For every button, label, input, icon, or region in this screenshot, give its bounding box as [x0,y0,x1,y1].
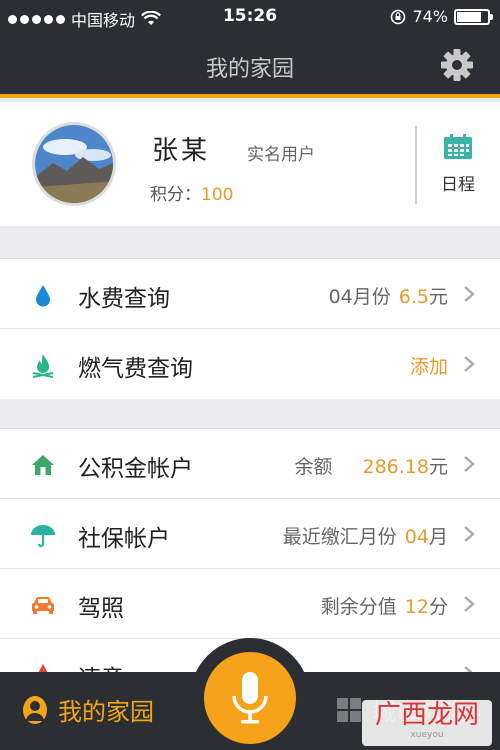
chevron-right-icon [464,356,475,372]
microphone-icon [232,672,268,724]
list-item-detail: 最近缴汇月份 04月 [283,522,448,549]
list-item-title: 燃气费查询 [78,356,193,382]
car-icon [32,597,54,614]
detail-label: 余额 [294,456,333,478]
avatar-landscape-image [35,125,113,203]
gear-icon [441,49,473,81]
list-item-driver-license[interactable]: 驾照 剩余分值 12分 [0,569,500,639]
voice-button[interactable] [204,652,296,744]
add-link[interactable]: 添加 [410,352,448,379]
points: 积分：100 [150,180,233,205]
list-item-water[interactable]: 水费查询 04月份 6.5元 [0,259,500,329]
status-bar: 中国移动 15:26 74% [0,0,500,34]
tab-my-home[interactable]: 我的家园 [22,692,154,727]
chevron-right-icon [464,526,475,542]
watermark-text: 广西龙网 [374,700,479,730]
user-name: 张某 [152,136,211,166]
detail-value: 04 [404,526,429,548]
detail-unit: 分 [428,596,448,618]
detail-unit: 月 [428,526,448,548]
settings-button[interactable] [440,48,474,82]
nav-bar: 我的家园 [0,34,500,98]
list-item-title: 驾照 [78,596,124,622]
detail-unit: 元 [428,456,448,478]
detail-value: 12 [404,596,429,618]
gas-flame-icon [32,354,54,378]
list-item-housing-fund[interactable]: 公积金帐户 余额 286.18元 [0,429,500,499]
divider [415,126,417,204]
detail-unit: 元 [428,286,448,308]
list-item-title: 公积金帐户 [78,456,193,482]
points-label: 积分： [150,185,201,205]
list-item-detail: 添加 [410,352,448,379]
status-right: 74% [390,7,493,26]
list-item-title: 水费查询 [78,286,170,312]
calendar-icon [444,134,472,159]
detail-label: 剩余分值 [320,596,397,618]
list-item-social-security[interactable]: 社保帐户 最近缴汇月份 04月 [0,499,500,569]
grid-icon [337,697,361,722]
schedule-button[interactable]: 日程 [432,134,484,195]
page-title: 我的家园 [205,57,294,82]
watermark-sub: xueyou [410,730,444,740]
detail-value: 286.18 [362,456,429,478]
chevron-right-icon [464,456,475,472]
detail-label: 04月份 [328,286,391,308]
list-item-gas[interactable]: 燃气费查询 添加 [0,329,500,399]
battery-percent: 74% [412,7,448,26]
battery-fill [457,11,481,22]
chevron-right-icon [464,286,475,302]
profile-card[interactable]: 张某 实名用户 积分：100 日程 [0,102,500,226]
umbrella-icon [31,525,55,548]
battery-icon [454,8,493,25]
user-type-badge: 实名用户 [247,145,315,165]
list-item-title: 社保帐户 [78,526,170,552]
house-icon [32,455,54,475]
chevron-right-icon [464,596,475,612]
water-drop-icon [36,285,50,307]
list-item-detail: 04月份 6.5元 [329,282,448,309]
detail-value: 6.5 [398,286,429,308]
person-icon [23,695,47,724]
list-item-detail: 剩余分值 12分 [321,592,448,619]
tab-label: 我的家园 [58,698,154,726]
list-group-bills: 水费查询 04月份 6.5元 燃气费查询 添加 [0,258,500,399]
orientation-lock-icon [391,9,406,24]
schedule-label: 日程 [441,175,475,195]
list-item-detail: 余额 286.18元 [294,452,448,479]
points-value: 100 [201,185,234,205]
detail-label: 最近缴汇月份 [282,526,397,548]
watermark: 广西龙网 xueyou [362,700,492,746]
avatar[interactable] [32,122,116,206]
